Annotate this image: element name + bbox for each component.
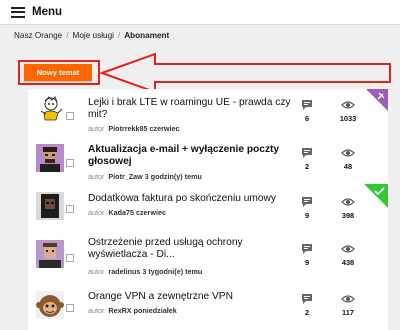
topic-title[interactable]: Orange VPN a zewnętrzne VPN bbox=[88, 291, 294, 303]
comment-icon bbox=[302, 148, 312, 158]
eye-icon bbox=[341, 198, 355, 206]
check-icon bbox=[364, 184, 388, 208]
topic-title[interactable]: Aktualizacja e-mail + wyłączenie poczty … bbox=[88, 144, 294, 168]
eye-icon bbox=[341, 101, 355, 109]
topic-checkbox[interactable] bbox=[66, 254, 74, 262]
views-count: 117 bbox=[342, 308, 354, 317]
replies-stat: 9 bbox=[292, 243, 322, 267]
views-count: 1033 bbox=[339, 114, 357, 123]
views-stat: 48 bbox=[333, 147, 363, 171]
replies-stat: 2 bbox=[292, 147, 322, 171]
views-stat: 117 bbox=[333, 293, 363, 317]
avatar[interactable] bbox=[36, 192, 64, 220]
replies-count: 9 bbox=[304, 211, 310, 220]
topic-author[interactable]: Piotr_Zaw bbox=[108, 172, 142, 181]
topic-date: poniedziałek bbox=[133, 306, 177, 315]
views-stat: 1033 bbox=[333, 99, 363, 123]
hamburger-menu-icon[interactable] bbox=[11, 6, 25, 18]
eye-icon bbox=[341, 295, 355, 303]
eye-icon bbox=[341, 245, 355, 253]
comment-icon bbox=[302, 100, 312, 110]
replies-count: 2 bbox=[304, 162, 310, 171]
avatar[interactable] bbox=[36, 291, 64, 319]
topic-author[interactable]: Piotrrekk85 bbox=[108, 124, 147, 133]
topic-list: Lejki i brak LTE w roamingu UE - prawda … bbox=[28, 89, 388, 330]
topic-date: 3 tygodni(e) temu bbox=[142, 267, 203, 276]
topic-meta: autor Piotr_Zaw 3 godzin(y) temu bbox=[88, 172, 202, 181]
topic-row[interactable]: Lejki i brak LTE w roamingu UE - prawda … bbox=[28, 89, 388, 136]
replies-stat: 6 bbox=[292, 99, 322, 123]
comment-icon bbox=[302, 294, 312, 304]
breadcrumb-item-current: Abonament bbox=[124, 31, 170, 40]
replies-count: 6 bbox=[304, 114, 310, 123]
new-topic-button[interactable]: Nowy temat bbox=[24, 64, 92, 81]
topic-checkbox[interactable] bbox=[66, 205, 74, 213]
replies-stat: 9 bbox=[292, 196, 322, 220]
avatar[interactable] bbox=[36, 144, 64, 172]
annotation-arrow bbox=[100, 52, 391, 94]
topic-row[interactable]: Dodatkowa faktura po skończeniu umowy au… bbox=[28, 184, 388, 229]
replies-count: 2 bbox=[304, 308, 310, 317]
meta-prefix: autor bbox=[88, 267, 105, 276]
views-stat: 438 bbox=[333, 243, 363, 267]
topic-checkbox[interactable] bbox=[66, 159, 74, 167]
top-bar: Menu bbox=[0, 0, 400, 25]
meta-prefix: autor bbox=[88, 172, 105, 181]
breadcrumb: Nasz Orange / Moje usługi / Abonament bbox=[14, 31, 169, 40]
topic-title[interactable]: Ostrzeżenie przed usługą ochrony wyświet… bbox=[88, 237, 294, 261]
comment-icon bbox=[302, 244, 312, 254]
menu-label[interactable]: Menu bbox=[32, 6, 62, 18]
topic-title[interactable]: Dodatkowa faktura po skończeniu umowy bbox=[88, 193, 294, 205]
views-count: 398 bbox=[341, 211, 355, 220]
meta-prefix: autor bbox=[88, 306, 105, 315]
views-stat: 398 bbox=[333, 196, 363, 220]
topic-row[interactable]: Aktualizacja e-mail + wyłączenie poczty … bbox=[28, 135, 388, 185]
views-count: 438 bbox=[341, 258, 355, 267]
breadcrumb-separator: / bbox=[66, 31, 69, 40]
replies-count: 9 bbox=[304, 258, 310, 267]
topic-author[interactable]: RexRX bbox=[108, 306, 131, 315]
eye-icon bbox=[341, 149, 355, 157]
topic-meta: autor Piotrrekk85 czerwiec bbox=[88, 124, 180, 133]
replies-stat: 2 bbox=[292, 293, 322, 317]
avatar[interactable] bbox=[36, 240, 64, 268]
topic-row[interactable]: Ostrzeżenie przed usługą ochrony wyświet… bbox=[28, 228, 388, 282]
meta-prefix: autor bbox=[88, 124, 105, 133]
comment-icon bbox=[302, 197, 312, 207]
topic-meta: autor Kada75 czerwiec bbox=[88, 208, 166, 217]
topic-meta: autor RexRX poniedziałek bbox=[88, 306, 177, 315]
pin-icon bbox=[366, 89, 388, 111]
breadcrumb-item-moje-uslugi[interactable]: Moje usługi bbox=[73, 31, 114, 40]
topic-meta: autor radelinus 3 tygodni(e) temu bbox=[88, 267, 202, 276]
topic-author[interactable]: Kada75 bbox=[108, 208, 134, 217]
meta-prefix: autor bbox=[88, 208, 105, 217]
topic-date: czerwiec bbox=[135, 208, 166, 217]
breadcrumb-separator: / bbox=[117, 31, 121, 40]
topic-date: 3 godzin(y) temu bbox=[144, 172, 202, 181]
topic-checkbox[interactable] bbox=[66, 112, 74, 120]
topic-row[interactable]: Orange VPN a zewnętrzne VPN autor RexRX … bbox=[28, 281, 388, 330]
topic-checkbox[interactable] bbox=[66, 304, 74, 312]
topic-author[interactable]: radelinus bbox=[108, 267, 140, 276]
views-count: 48 bbox=[343, 162, 353, 171]
breadcrumb-item-nasz-orange[interactable]: Nasz Orange bbox=[14, 31, 62, 40]
topic-title[interactable]: Lejki i brak LTE w roamingu UE - prawda … bbox=[88, 97, 294, 121]
topic-date: czerwiec bbox=[149, 124, 180, 133]
avatar[interactable] bbox=[36, 95, 64, 123]
